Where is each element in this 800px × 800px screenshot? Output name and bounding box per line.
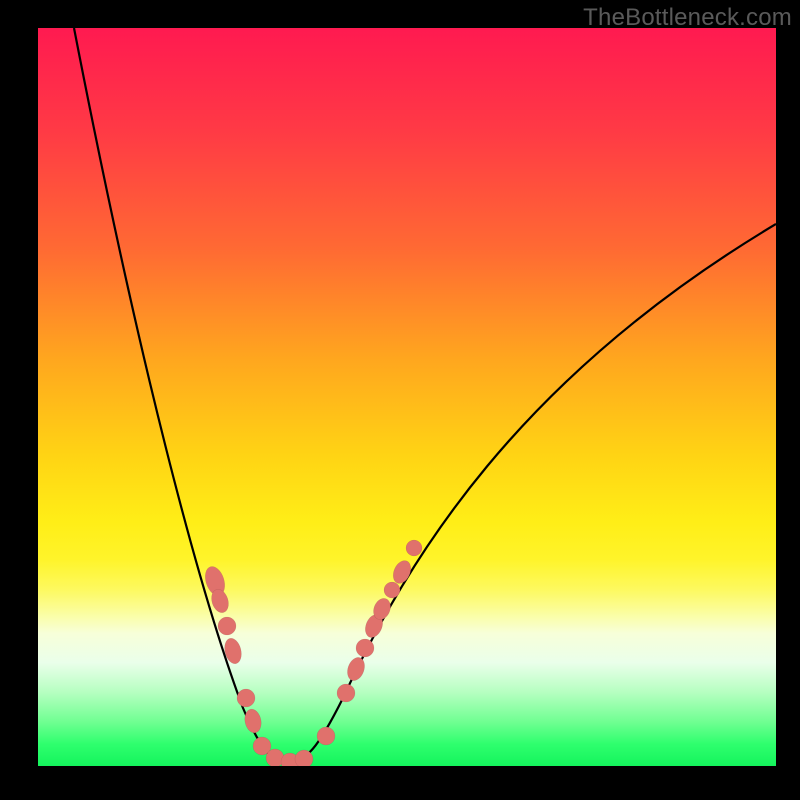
right-bead-cluster (317, 540, 422, 745)
plot-area (38, 28, 776, 766)
left-bead-cluster (202, 564, 313, 766)
chart-frame: TheBottleneck.com (0, 0, 800, 800)
curve-path (74, 28, 776, 762)
bottleneck-curve (38, 28, 776, 766)
